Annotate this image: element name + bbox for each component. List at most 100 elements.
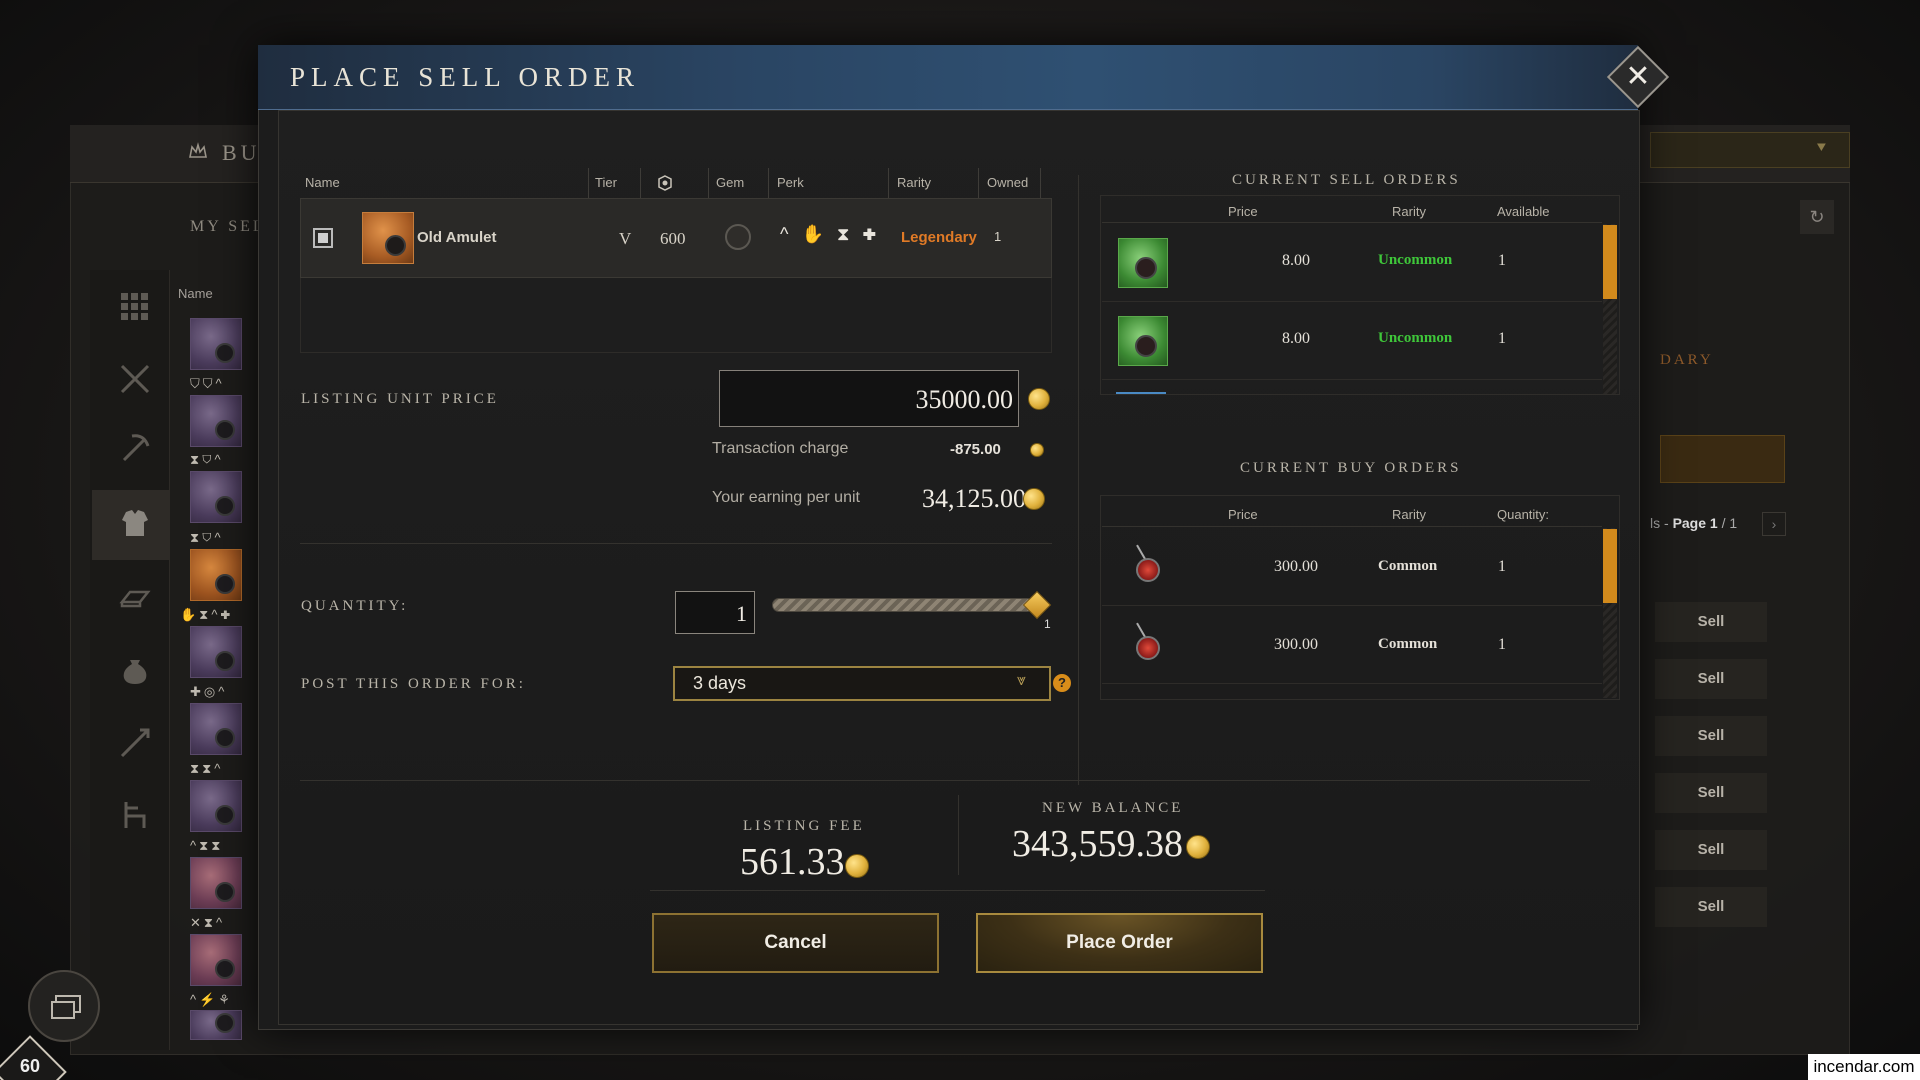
rarity-label: DARY: [1660, 352, 1714, 368]
refresh-icon[interactable]: ↻: [1800, 200, 1834, 234]
item-thumbnail[interactable]: [190, 780, 242, 832]
column-divider: [1040, 168, 1041, 198]
perk-icons: ✚◎^: [190, 684, 228, 699]
buy-header-rarity[interactable]: Rarity: [1392, 507, 1426, 522]
chevron-down-icon[interactable]: ⩔: [1017, 672, 1026, 690]
order-rarity: Uncommon: [1378, 252, 1453, 268]
buy-header-price[interactable]: Price: [1228, 507, 1258, 522]
header-rarity[interactable]: Rarity: [897, 175, 931, 190]
loading-indicator: [1116, 392, 1166, 394]
item-thumbnail[interactable]: [190, 395, 242, 447]
close-icon[interactable]: ✕: [1616, 55, 1660, 99]
transaction-charge-value: -875.00: [950, 441, 1001, 458]
item-thumbnail[interactable]: [190, 1010, 242, 1040]
sell-button[interactable]: Sell: [1655, 602, 1767, 642]
order-price: 300.00: [1274, 558, 1318, 575]
column-divider: [888, 168, 889, 198]
pickaxe-icon[interactable]: [118, 432, 152, 466]
header-perk[interactable]: Perk: [777, 175, 804, 190]
perk-icons: ^⚡⚘: [190, 992, 233, 1007]
perk-icons: ⛉⛉^: [190, 376, 225, 391]
item-tier: V: [619, 229, 632, 248]
item-table-empty-area: [300, 278, 1052, 353]
sell-header-available[interactable]: Available: [1497, 204, 1550, 219]
coin-icon: [1023, 488, 1045, 510]
item-image: [1122, 620, 1172, 670]
order-rarity: Uncommon: [1378, 330, 1453, 346]
coin-icon: [845, 854, 869, 878]
perk-icons: ^⧗⧗: [190, 838, 224, 853]
column-divider: [978, 168, 979, 198]
item-checkbox[interactable]: [313, 228, 333, 248]
quantity-slider[interactable]: [772, 598, 1034, 612]
item-thumbnail[interactable]: [190, 318, 242, 370]
next-page-button[interactable]: ›: [1762, 512, 1786, 536]
header-name[interactable]: Name: [305, 175, 340, 190]
order-available: 1: [1498, 252, 1506, 269]
chat-button[interactable]: [28, 970, 100, 1042]
perk-icons: ✕⧗^: [190, 915, 226, 930]
item-name: Old Amulet: [417, 229, 497, 246]
buy-order-row[interactable]: 300.00 Common 1: [1102, 606, 1602, 684]
header-gem[interactable]: Gem: [716, 175, 744, 190]
item-thumbnail[interactable]: [190, 626, 242, 678]
arrow-icon[interactable]: [118, 726, 152, 760]
item-perks: ^ ✋ ⧗ ✚: [780, 224, 881, 244]
level-value: 60: [19, 1056, 41, 1076]
perk-icons: ✋⧗^✚: [180, 607, 234, 622]
sell-button[interactable]: Sell: [1655, 887, 1767, 927]
buy-order-row[interactable]: 300.00 Common 1: [1102, 528, 1602, 606]
cancel-button[interactable]: Cancel: [652, 913, 939, 973]
earning-value: 34,125.00: [922, 484, 1026, 513]
quantity-label: QUANTITY:: [301, 598, 409, 614]
column-name-header[interactable]: Name: [178, 286, 213, 301]
grid-icon[interactable]: [118, 290, 152, 324]
armor-icon[interactable]: [118, 506, 152, 540]
item-thumbnail[interactable]: [190, 471, 242, 523]
column-divider: [768, 168, 769, 198]
sell-order-row[interactable]: 8.00 Uncommon 1: [1102, 302, 1602, 380]
header-tier[interactable]: Tier: [595, 175, 617, 190]
duration-value[interactable]: 3 days: [693, 673, 746, 694]
help-icon[interactable]: ?: [1053, 674, 1071, 692]
scrollbar-thumb[interactable]: [1603, 529, 1617, 603]
divider: [1102, 526, 1602, 527]
scrollbar-thumb[interactable]: [1603, 225, 1617, 299]
watermark: incendar.com: [1808, 1054, 1920, 1080]
sell-order-row[interactable]: 8.00 Uncommon 1: [1102, 224, 1602, 302]
swords-icon[interactable]: [118, 362, 152, 396]
perk-icons: ⧗⧗^: [190, 761, 224, 776]
furniture-icon[interactable]: [118, 798, 152, 832]
header-owned[interactable]: Owned: [987, 175, 1028, 190]
buy-header-quantity[interactable]: Quantity:: [1497, 507, 1549, 522]
quantity-value[interactable]: 1: [675, 601, 747, 627]
order-quantity: 1: [1498, 636, 1506, 653]
new-balance-value: 343,559.38: [1012, 823, 1183, 865]
item-thumbnail[interactable]: [190, 703, 242, 755]
crown-icon: [189, 142, 207, 158]
post-order-label: POST THIS ORDER FOR:: [301, 676, 526, 692]
page-current: Page 1: [1672, 515, 1718, 531]
ingot-icon[interactable]: [118, 580, 152, 614]
item-owned: 1: [994, 229, 1002, 244]
pouch-icon[interactable]: [118, 652, 152, 686]
item-thumbnail[interactable]: [190, 934, 242, 986]
sell-button[interactable]: Sell: [1655, 659, 1767, 699]
order-price: 8.00: [1282, 330, 1310, 347]
listing-price-value[interactable]: 35000.00: [719, 385, 1014, 415]
item-image: [362, 212, 414, 264]
item-thumbnail[interactable]: [190, 857, 242, 909]
item-thumbnail[interactable]: [190, 549, 242, 601]
column-divider: [640, 168, 641, 198]
order-rarity: Common: [1378, 636, 1438, 652]
sell-header-rarity[interactable]: Rarity: [1392, 204, 1426, 219]
sell-button[interactable]: Sell: [1655, 830, 1767, 870]
sell-header-price[interactable]: Price: [1228, 204, 1258, 219]
item-gear-score: 600: [660, 229, 686, 248]
place-order-button[interactable]: Place Order: [976, 913, 1263, 973]
gear-score-icon[interactable]: [657, 175, 673, 191]
sell-button[interactable]: Sell: [1655, 716, 1767, 756]
sell-button[interactable]: Sell: [1655, 773, 1767, 813]
order-available: 1: [1498, 330, 1506, 347]
empty-gem-slot-icon: [725, 224, 751, 250]
